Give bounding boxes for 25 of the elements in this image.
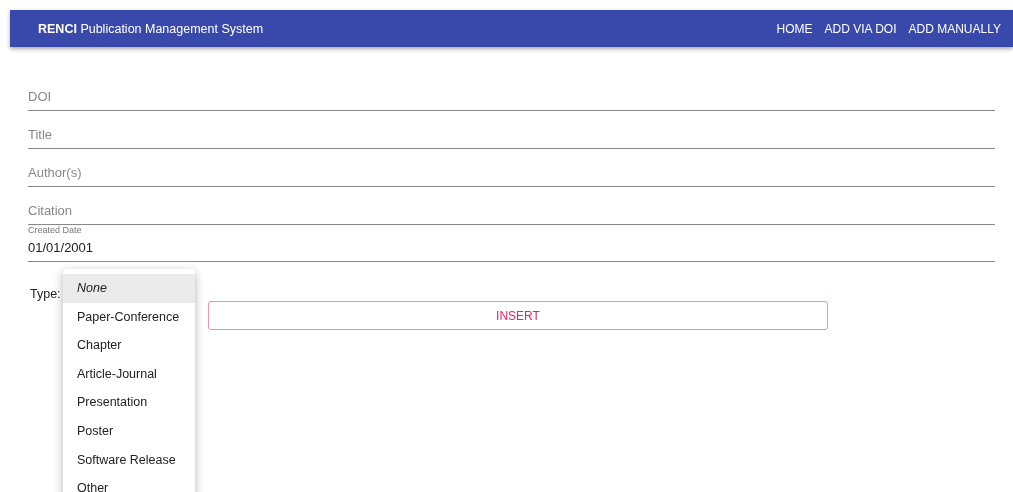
nav-link[interactable]: ADD MANUALLY	[908, 21, 1001, 36]
insert-button[interactable]: INSERT	[208, 301, 828, 330]
field-placeholder: Title	[28, 127, 53, 142]
input-field[interactable]: Author(s)	[28, 149, 995, 187]
menu-option[interactable]: Chapter	[63, 331, 195, 360]
menu-option[interactable]: Software Release	[63, 445, 195, 475]
menu-option[interactable]: Poster	[63, 416, 195, 446]
menu-option[interactable]: Paper-Conference	[63, 302, 195, 332]
field-value: 01/01/2001	[28, 240, 94, 255]
field-placeholder: Citation	[28, 203, 73, 218]
input-field[interactable]: Title	[28, 111, 995, 149]
field-placeholder: Author(s)	[28, 165, 82, 180]
menu-option[interactable]: Other	[63, 474, 195, 492]
app-title: RENCI Publication Management System	[38, 21, 265, 36]
input-field[interactable]: DOI	[28, 71, 995, 111]
menu-option[interactable]: None	[63, 274, 195, 303]
menu-option[interactable]: Article-Journal	[63, 359, 195, 389]
nav-link[interactable]: HOME	[776, 21, 813, 36]
date-field[interactable]: Created Date 01/01/2001	[28, 225, 995, 262]
input-field[interactable]: Citation	[28, 187, 995, 225]
nav-link[interactable]: ADD VIA DOI	[824, 21, 897, 36]
field-placeholder: DOI	[28, 89, 52, 104]
menu-option[interactable]: Presentation	[63, 388, 195, 417]
field-label: Created Date	[28, 225, 82, 235]
type-label: Type:	[30, 286, 62, 301]
